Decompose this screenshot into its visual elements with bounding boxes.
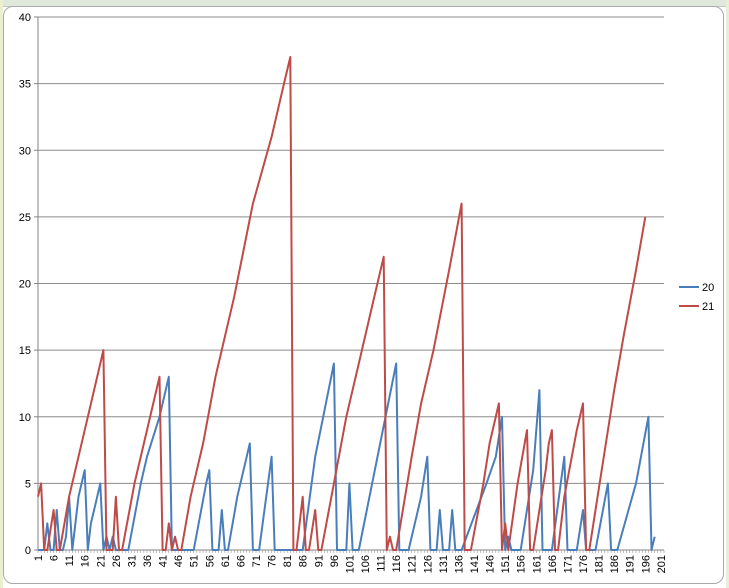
x-tick-label: 16 [80,555,92,567]
x-tick-label: 86 [298,555,310,567]
y-tick-label: 30 [19,145,31,157]
x-tick-label: 51 [189,555,201,567]
series-lines [37,56,656,551]
x-tick-label: 121 [407,555,419,573]
x-tick-label: 31 [126,555,138,567]
y-tick-label: 5 [25,478,31,490]
y-tick-label: 40 [19,12,31,24]
x-tick-label: 61 [220,555,232,567]
x-tick-label: 21 [95,555,107,567]
x-tick-label: 166 [547,555,559,573]
x-tick-label: 156 [516,555,528,573]
y-tick-label: 0 [25,545,31,557]
x-tick-label: 101 [344,555,356,573]
x-tick-label: 106 [360,555,372,573]
x-tick-label: 6 [49,555,61,561]
x-tick-label: 66 [235,555,247,567]
x-tick-label: 181 [594,555,606,573]
x-tick-label: 76 [267,555,279,567]
x-tick-label: 46 [173,555,185,567]
x-tick-label: 131 [438,555,450,573]
x-tick-label: 171 [562,555,574,573]
x-tick-label: 41 [158,555,170,567]
y-tick-label: 10 [19,412,31,424]
x-tick-label: 141 [469,555,481,573]
y-tick-label: 15 [19,345,31,357]
x-tick-label: 71 [251,555,263,567]
x-tick-label: 111 [376,555,388,572]
x-tick-label: 116 [391,555,403,573]
x-tick-label: 146 [485,555,497,573]
y-tick-label: 35 [19,79,31,91]
x-tick-label: 26 [111,555,123,567]
x-tick-label: 196 [640,555,652,573]
x-tick-label: 96 [329,555,341,567]
line-chart: 0510152025303540 1 6 11 16 21 26 31 36 41 46 51 56 6… [19,12,715,573]
x-tick-label: 161 [531,555,543,573]
x-tick-label: 81 [282,555,294,567]
x-tick-label: 1 [33,555,45,561]
x-tick-label: 176 [578,555,590,573]
series-line-21 [37,56,647,551]
y-tick-label: 20 [19,279,31,291]
legend-label: 20 [702,282,714,294]
y-axis-ticks: 0 5 10 15 20 25 30 35 40 [19,12,38,557]
y-tick-label: 25 [19,212,31,224]
x-tick-label: 11 [64,555,76,566]
x-tick-label: 56 [204,555,216,567]
x-tick-label: 136 [453,555,465,573]
x-tick-label: 151 [500,555,512,573]
x-tick-label: 191 [625,555,637,573]
x-tick-label: 201 [656,555,668,573]
x-tick-label: 126 [422,555,434,573]
legend-label: 21 [702,301,714,313]
x-axis-ticks: 1 6 11 16 21 26 31 36 41 46 51 56 61 66 71 76 81 86 91 96 10… [33,550,668,573]
x-tick-label: 186 [609,555,621,573]
x-tick-label: 36 [142,555,154,567]
legend[interactable]: 2021 [679,282,714,313]
x-tick-label: 91 [313,555,325,567]
